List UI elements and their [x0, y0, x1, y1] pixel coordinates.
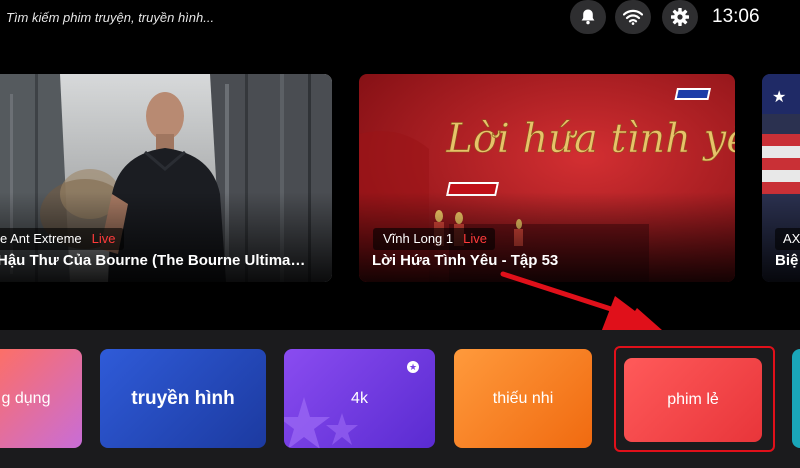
premium-badge-icon: ★: [407, 361, 419, 373]
wifi-button[interactable]: [615, 0, 651, 34]
svg-text:★: ★: [772, 89, 786, 106]
card-title: Biệ: [775, 252, 799, 269]
poster-title: Lời hứa tình yêu: [445, 116, 735, 162]
channel-chip: AX: [775, 228, 800, 250]
content-card[interactable]: Lời hứa tình yêu: [359, 74, 735, 282]
highlight-box: [614, 346, 775, 452]
channel-chip: Vĩnh Long 1 Live: [373, 228, 495, 250]
channel-chip: e Ant Extreme Live: [0, 228, 124, 250]
bell-icon: [581, 9, 595, 25]
content-card[interactable]: [0, 74, 332, 282]
live-badge: Live: [463, 231, 487, 246]
category-tile-tv[interactable]: truyền hình: [100, 349, 266, 448]
channel-name: e Ant Extreme: [0, 231, 82, 246]
tile-label: truyền hình: [131, 387, 235, 409]
tile-label: 4k: [351, 389, 368, 407]
clock: 13:06: [712, 6, 760, 27]
content-card[interactable]: ★: [762, 74, 800, 282]
channel-name: Vĩnh Long 1: [383, 231, 454, 246]
category-tile-4k[interactable]: ★ 4k: [284, 349, 435, 448]
settings-button[interactable]: [662, 0, 698, 34]
live-badge: Live: [91, 231, 116, 246]
wifi-icon: [623, 9, 643, 25]
tile-label: g dụng: [1, 389, 51, 407]
tile-label: thiếu nhi: [492, 389, 554, 407]
category-tile-apps[interactable]: g dụng: [0, 349, 82, 448]
category-tile-kids[interactable]: thiếu nhi: [454, 349, 592, 448]
notification-button[interactable]: [570, 0, 606, 34]
search-input[interactable]: Tìm kiếm phim truyện, truyền hình...: [6, 10, 214, 25]
gear-icon: [671, 8, 689, 26]
card-title: Hậu Thư Của Bourne (The Bourne Ultima…: [0, 252, 306, 269]
channel-name: AX: [783, 231, 800, 246]
category-tile-next[interactable]: [792, 349, 800, 448]
